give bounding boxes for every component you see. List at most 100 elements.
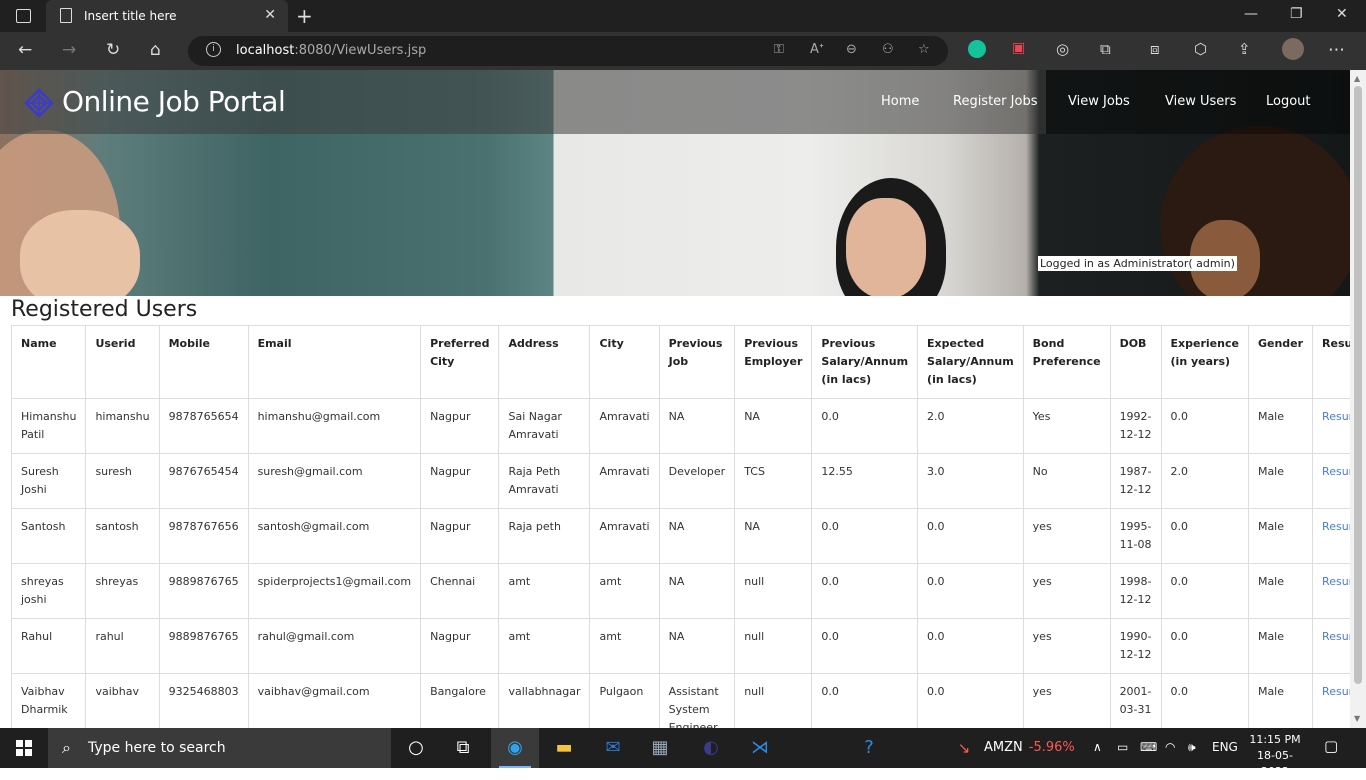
table-cell: yes <box>1022 563 1111 619</box>
volume-icon[interactable]: 🕪 <box>1188 740 1196 755</box>
table-cell: vaibhav@gmail.com <box>247 673 422 728</box>
col-expected-salary: Expected Salary/Annum (in lacs) <box>917 325 1024 399</box>
scroll-up-icon[interactable]: ▲ <box>1354 74 1360 83</box>
meet-now-icon[interactable]: ▭ <box>1117 740 1128 754</box>
browser-toolbar: ← → ↻ ⌂ i localhost:8080/ViewUsers.jsp ⚿… <box>0 32 1366 70</box>
table-cell: 2.0 <box>917 398 1024 454</box>
resume-link[interactable]: Resume <box>1322 465 1350 478</box>
language-indicator[interactable]: ENG <box>1212 740 1238 754</box>
table-cell: Male <box>1247 508 1314 564</box>
table-cell: TCS <box>734 453 813 509</box>
page-title: Registered Users <box>11 297 198 322</box>
table-cell: 12.55 <box>811 453 919 509</box>
restore-icon[interactable]: ❐ <box>1290 6 1303 22</box>
favorite-icon[interactable]: ☆ <box>918 42 930 57</box>
site-info-icon[interactable]: i <box>206 42 221 57</box>
resume-link[interactable]: Resume <box>1322 685 1350 698</box>
table-cell: 0.0 <box>917 618 1024 674</box>
read-aloud-icon[interactable]: Aᐩ <box>810 42 824 57</box>
table-cell: 2.0 <box>1160 453 1249 509</box>
task-view-icon[interactable]: ⧉ <box>451 736 475 760</box>
forward-icon[interactable]: → <box>62 40 76 60</box>
resume-link[interactable]: Resume <box>1322 575 1350 588</box>
resume-link[interactable]: Resume <box>1322 520 1350 533</box>
ime-icon[interactable]: ⌨ <box>1140 740 1157 754</box>
menu-home[interactable]: Home <box>881 94 919 109</box>
new-tab-icon[interactable]: + <box>296 4 313 28</box>
share-icon[interactable]: ⇪ <box>1238 40 1251 58</box>
home-icon[interactable]: ⌂ <box>150 40 161 60</box>
resume-link[interactable]: Resume <box>1322 410 1350 423</box>
table-cell: null <box>734 673 813 728</box>
app-available-icon[interactable]: ⚇ <box>882 42 894 57</box>
login-status: Logged in as Administrator( admin) <box>1038 256 1237 271</box>
col-previous-employer: Previous Employer <box>734 325 813 399</box>
col-email: Email <box>247 325 422 399</box>
key-icon[interactable]: ⚿ <box>774 42 784 57</box>
help-icon[interactable]: ? <box>857 736 881 760</box>
site-title[interactable]: Online Job Portal <box>62 85 286 118</box>
show-hidden-icons-icon[interactable]: ∧ <box>1093 740 1102 754</box>
back-icon[interactable]: ← <box>18 40 32 60</box>
table-cell: No <box>1022 453 1111 509</box>
table-cell: Nagpur <box>420 618 500 674</box>
zoom-icon[interactable]: ⊖ <box>846 42 857 57</box>
mail-icon[interactable]: ✉ <box>601 736 625 760</box>
table-cell: 0.0 <box>811 618 919 674</box>
tab-actions-icon[interactable] <box>16 9 31 23</box>
refresh-icon[interactable]: ↻ <box>106 40 120 60</box>
more-options-icon[interactable]: ⋯ <box>1328 40 1345 60</box>
profile-avatar[interactable] <box>1282 38 1304 60</box>
address-bar[interactable]: i localhost:8080/ViewUsers.jsp ⚿ Aᐩ ⊖ ⚇ … <box>188 36 948 66</box>
resume-link[interactable]: Resume <box>1322 630 1350 643</box>
browser-tab-bar: Insert title here ✕ + — ❐ ✕ <box>0 0 1366 32</box>
windows-start-icon[interactable] <box>16 740 32 756</box>
table-cell: rahul@gmail.com <box>247 618 422 674</box>
table-cell: Raja peth <box>498 508 591 564</box>
stock-widget[interactable]: AMZN -5.96% <box>984 740 1075 755</box>
table-cell: Male <box>1247 398 1314 454</box>
close-tab-icon[interactable]: ✕ <box>264 7 276 23</box>
page-icon <box>60 8 72 23</box>
menu-logout[interactable]: Logout <box>1266 94 1311 109</box>
edge-taskbar-button[interactable]: ◉ <box>491 728 539 768</box>
table-cell: 0.0 <box>811 563 919 619</box>
network-icon[interactable]: ◠ <box>1165 740 1175 754</box>
table-cell: Resume <box>1312 673 1350 728</box>
extension-icon[interactable]: ▣ <box>1012 40 1025 56</box>
url-text[interactable]: localhost:8080/ViewUsers.jsp <box>236 43 426 58</box>
eclipse-icon[interactable]: ◐ <box>699 736 723 760</box>
collections-icon[interactable]: ⧈ <box>1150 40 1160 58</box>
scrollbar-thumb[interactable] <box>1354 86 1362 684</box>
table-cell: Raja Peth Amravati <box>498 453 591 509</box>
table-cell: Nagpur <box>420 508 500 564</box>
target-extension-icon[interactable]: ◎ <box>1056 40 1069 58</box>
vscode-icon[interactable]: ⋊ <box>748 736 772 760</box>
browser-essentials-icon[interactable]: ⬡ <box>1194 40 1207 58</box>
calculator-app-icon[interactable]: ▦ <box>648 736 672 760</box>
minimize-icon[interactable]: — <box>1244 6 1258 22</box>
table-cell: amt <box>498 563 591 619</box>
table-cell: 9876765454 <box>158 453 249 509</box>
browser-tab[interactable]: Insert title here ✕ <box>46 0 288 32</box>
extensions-icon[interactable]: ⧉ <box>1100 40 1111 58</box>
notifications-icon[interactable]: ▢ <box>1324 737 1338 755</box>
menu-register-jobs[interactable]: Register Jobs <box>953 94 1037 109</box>
clock[interactable]: 11:15 PM 18-05-2022 <box>1248 732 1302 780</box>
table-cell: Pulgaon <box>589 673 660 728</box>
table-cell: 0.0 <box>1160 618 1249 674</box>
table-cell: Santosh <box>10 508 87 564</box>
cortana-icon[interactable]: ○ <box>404 736 428 760</box>
taskbar-search[interactable]: ⌕ Type here to search <box>48 728 391 768</box>
grammarly-icon[interactable] <box>968 40 986 58</box>
table-cell: NA <box>658 398 736 454</box>
table-cell: 1992-12-12 <box>1109 398 1162 454</box>
close-window-icon[interactable]: ✕ <box>1336 6 1348 22</box>
scroll-down-icon[interactable]: ▼ <box>1354 714 1360 723</box>
menu-view-jobs[interactable]: View Jobs <box>1068 94 1130 109</box>
menu-view-users[interactable]: View Users <box>1165 94 1236 109</box>
page-scrollbar[interactable]: ▲ ▼ <box>1350 70 1366 728</box>
file-explorer-icon[interactable]: ▬ <box>552 736 576 760</box>
table-cell: yes <box>1022 508 1111 564</box>
col-bond-preference: Bond Preference <box>1022 325 1111 399</box>
